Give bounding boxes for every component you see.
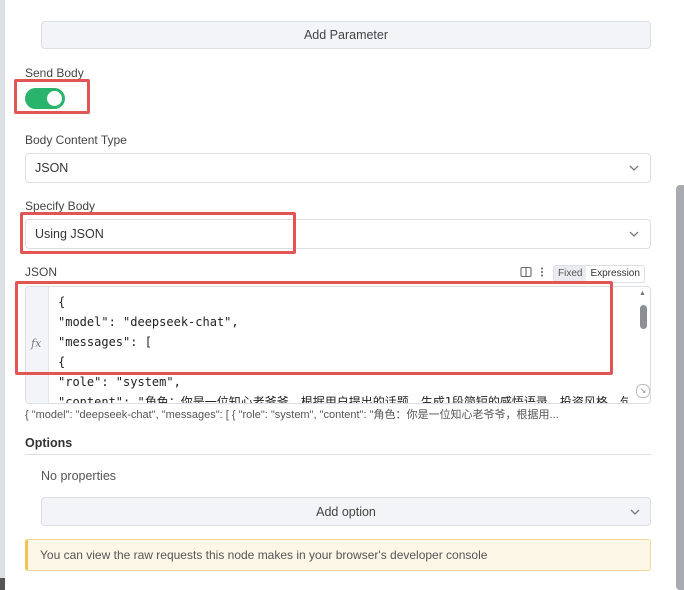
fx-gutter: fx [26, 287, 49, 403]
mode-fixed[interactable]: Fixed [554, 266, 587, 282]
options-title: Options [25, 436, 73, 450]
split-view-icon[interactable] [520, 266, 532, 278]
add-parameter-button[interactable]: Add Parameter [41, 21, 651, 49]
page-scrollbar[interactable] [676, 185, 684, 590]
specify-body-value: Using JSON [35, 227, 104, 241]
chevron-down-icon [629, 231, 639, 237]
fx-icon: fx [31, 337, 42, 350]
send-body-toggle[interactable] [25, 88, 65, 109]
add-option-button[interactable]: Add option [41, 497, 651, 526]
options-divider [25, 454, 651, 455]
json-preview: { "model": "deepseek-chat", "messages": … [25, 409, 559, 421]
expand-editor-icon[interactable]: ↘ [636, 384, 650, 398]
editor-scrollbar[interactable] [640, 305, 647, 329]
json-editor[interactable]: fx { "model": "deepseek-chat", "messages… [25, 286, 651, 404]
send-body-label: Send Body [25, 66, 84, 80]
body-content-type-label: Body Content Type [25, 133, 127, 147]
toggle-knob [47, 91, 62, 106]
scroll-up-arrow-icon[interactable]: ▲ [639, 290, 646, 297]
left-rail-marker [0, 578, 5, 590]
notice-text: You can view the raw requests this node … [40, 548, 488, 562]
chevron-down-icon [629, 165, 639, 171]
json-code[interactable]: { "model": "deepseek-chat", "messages": … [58, 292, 628, 403]
specify-body-select[interactable]: Using JSON [25, 219, 651, 249]
fixed-expression-toggle[interactable]: Fixed Expression [553, 265, 645, 283]
body-content-type-value: JSON [35, 161, 69, 175]
add-option-label: Add option [316, 504, 376, 519]
specify-body-label: Specify Body [25, 199, 96, 213]
body-content-type-select[interactable]: JSON [25, 153, 651, 183]
developer-console-notice: You can view the raw requests this node … [25, 539, 651, 571]
more-options-icon[interactable] [538, 266, 546, 278]
chevron-down-icon [630, 509, 640, 515]
json-label: JSON [25, 265, 58, 279]
mode-expression[interactable]: Expression [586, 266, 644, 282]
no-properties-text: No properties [41, 469, 117, 483]
left-rail [0, 0, 5, 590]
